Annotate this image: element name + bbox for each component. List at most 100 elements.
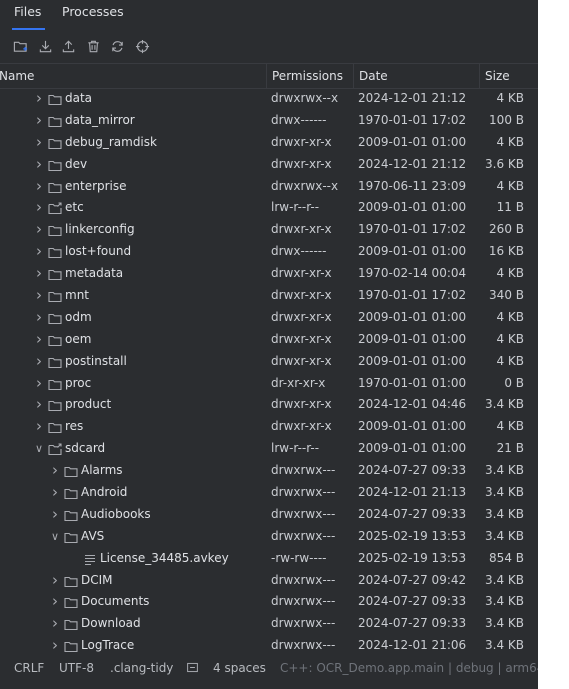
- new-folder-icon: [13, 41, 27, 52]
- delete-icon: [87, 40, 99, 52]
- chevron-right-icon[interactable]: ›: [34, 88, 44, 110]
- file-date: 2009-01-01 01:00: [358, 309, 467, 324]
- chevron-right-icon[interactable]: ›: [50, 591, 60, 613]
- chevron-down-icon[interactable]: ∨: [34, 438, 44, 460]
- table-row[interactable]: › oem drwxr-xr-x 2009-01-01 01:00 4 KB: [0, 329, 538, 351]
- table-row[interactable]: › Audiobooks drwxrwx--- 2024-07-27 09:33 3.4…: [0, 504, 538, 526]
- table-header: Name Permissions Date Size: [0, 63, 538, 89]
- table-row[interactable]: › postinstall drwxr-xr-x 2009-01-01 01:00 4 …: [0, 351, 538, 373]
- chevron-right-icon[interactable]: ›: [34, 263, 44, 285]
- chevron-right-icon[interactable]: ›: [50, 613, 60, 635]
- chevron-right-icon[interactable]: ›: [34, 197, 44, 219]
- tab-processes[interactable]: Processes: [62, 0, 124, 31]
- indent-icon: [186, 661, 199, 675]
- table-row[interactable]: › etc lrw-r--r-- 2009-01-01 01:00 11 B: [0, 197, 538, 219]
- file-name: Download: [81, 616, 141, 631]
- column-header-size[interactable]: Size: [479, 64, 538, 88]
- table-row[interactable]: › lost+found drwx------ 2009-01-01 01:00 16 …: [0, 241, 538, 263]
- chevron-right-icon[interactable]: ›: [50, 460, 60, 482]
- file-size: 854 B: [489, 550, 524, 565]
- chevron-right-icon[interactable]: ›: [34, 416, 44, 438]
- file-date: 2009-01-01 01:00: [358, 353, 467, 368]
- file-date: 1970-02-14 00:04: [358, 266, 467, 281]
- file-name: sdcard: [65, 441, 106, 456]
- column-header-permissions[interactable]: Permissions: [266, 64, 353, 88]
- folder-icon: [64, 467, 78, 478]
- file-size: 11 B: [496, 200, 524, 215]
- table-row[interactable]: › Alarms drwxrwx--- 2024-07-27 09:33 3.4 KB: [0, 460, 538, 482]
- chevron-right-icon[interactable]: ›: [34, 285, 44, 307]
- table-row[interactable]: › data_mirror drwx------ 1970-01-01 17:02 10…: [0, 110, 538, 132]
- table-row[interactable]: › debug_ramdisk drwxr-xr-x 2009-01-01 01:00…: [0, 132, 538, 154]
- table-row[interactable]: › linkerconfig drwxr-xr-x 1970-01-01 17:02 2…: [0, 219, 538, 241]
- chevron-right-icon[interactable]: ›: [34, 154, 44, 176]
- new-folder-button[interactable]: [10, 36, 30, 56]
- delete-button[interactable]: [83, 36, 103, 56]
- file-date: 2024-12-01 21:06: [358, 638, 467, 653]
- table-row[interactable]: ∨ AVS drwxrwx--- 2025-02-19 13:53 3.4 KB: [0, 526, 538, 548]
- table-row[interactable]: › odm drwxr-xr-x 2009-01-01 01:00 4 KB: [0, 307, 538, 329]
- refresh-button[interactable]: [107, 36, 127, 56]
- file-date: 2025-02-19 13:53: [358, 550, 467, 565]
- file-date: 2025-02-19 13:53: [358, 528, 467, 543]
- chevron-right-icon[interactable]: ›: [50, 570, 60, 592]
- line-ending-indicator[interactable]: CRLF: [14, 655, 44, 681]
- chevron-right-icon[interactable]: ›: [34, 307, 44, 329]
- chevron-right-icon[interactable]: ›: [34, 219, 44, 241]
- file-size: 3.4 KB: [485, 485, 524, 500]
- status-bar: CRLF UTF-8 .clang-tidy 4 spaces C++: OCR…: [0, 655, 538, 681]
- table-row[interactable]: › enterprise drwxrwx--x 1970-06-11 23:09 4 K…: [0, 176, 538, 198]
- chevron-right-icon[interactable]: ›: [34, 241, 44, 263]
- download-button[interactable]: [35, 36, 55, 56]
- file-name: enterprise: [65, 178, 127, 193]
- chevron-right-icon[interactable]: ›: [34, 351, 44, 373]
- file-name: Android: [81, 485, 128, 500]
- table-row[interactable]: License_34485.avkey -rw-rw---- 2025-02-19 …: [0, 548, 538, 570]
- file-name: oem: [65, 331, 92, 346]
- table-row[interactable]: › proc dr-xr-xr-x 1970-01-01 01:00 0 B: [0, 373, 538, 395]
- file-size: 4 KB: [496, 309, 524, 324]
- file-name: etc: [65, 200, 84, 215]
- table-row[interactable]: › Documents drwxrwx--- 2024-07-27 09:33 3.4 …: [0, 591, 538, 613]
- file-permissions: drwxrwx---: [271, 594, 336, 609]
- table-row[interactable]: › product drwxr-xr-x 2024-12-01 04:46 3.4 KB: [0, 394, 538, 416]
- table-row[interactable]: ∨ sdcard lrw-r--r-- 2009-01-01 01:00 21 B: [0, 438, 538, 460]
- table-row[interactable]: › DCIM drwxrwx--- 2024-07-27 09:42 3.4 KB: [0, 570, 538, 592]
- file-tree: › data drwxrwx--x 2024-12-01 21:12 4 KB › data…: [0, 88, 538, 657]
- chevron-right-icon[interactable]: ›: [34, 329, 44, 351]
- locate-button[interactable]: [132, 36, 152, 56]
- file-date: 2009-01-01 01:00: [358, 200, 467, 215]
- encoding-indicator[interactable]: UTF-8: [59, 655, 94, 681]
- table-row[interactable]: › mnt drwxr-xr-x 1970-01-01 17:02 340 B: [0, 285, 538, 307]
- chevron-right-icon[interactable]: ›: [34, 176, 44, 198]
- chevron-right-icon[interactable]: ›: [50, 482, 60, 504]
- table-row[interactable]: › res drwxr-xr-x 2009-01-01 01:00 4 KB: [0, 416, 538, 438]
- chevron-right-icon[interactable]: ›: [34, 110, 44, 132]
- table-row[interactable]: › metadata drwxr-xr-x 1970-02-14 00:04 4 KB: [0, 263, 538, 285]
- file-name: metadata: [65, 266, 124, 281]
- file-size: 0 B: [504, 375, 524, 390]
- chevron-right-icon[interactable]: ›: [34, 132, 44, 154]
- chevron-down-icon[interactable]: ∨: [50, 526, 60, 548]
- table-row[interactable]: › LogTrace drwxrwx--- 2024-12-01 21:06 3.4 K…: [0, 635, 538, 657]
- linter-indicator[interactable]: .clang-tidy: [110, 655, 173, 681]
- indent-indicator[interactable]: 4 spaces: [213, 655, 266, 681]
- file-permissions: drwxrwx---: [271, 485, 336, 500]
- folder-icon: [48, 401, 62, 412]
- folder-icon: [48, 182, 62, 193]
- table-row[interactable]: › Download drwxrwx--- 2024-07-27 09:33 3.4 K…: [0, 613, 538, 635]
- chevron-right-icon[interactable]: ›: [50, 504, 60, 526]
- chevron-right-icon[interactable]: ›: [34, 373, 44, 395]
- table-row[interactable]: › Android drwxrwx--- 2024-12-01 21:13 3.4 KB: [0, 482, 538, 504]
- tab-files[interactable]: Files: [11, 0, 46, 31]
- column-header-date[interactable]: Date: [353, 64, 479, 88]
- build-context-indicator[interactable]: C++: OCR_Demo.app.main | debug | arm64-v…: [280, 655, 538, 681]
- file-name: data: [65, 91, 93, 105]
- chevron-right-icon[interactable]: ›: [50, 635, 60, 657]
- table-row[interactable]: › dev drwxr-xr-x 2024-12-01 21:12 3.6 KB: [0, 154, 538, 176]
- table-row[interactable]: › data drwxrwx--x 2024-12-01 21:12 4 KB: [0, 88, 538, 110]
- chevron-right-icon[interactable]: ›: [34, 394, 44, 416]
- column-header-name[interactable]: Name: [0, 64, 266, 88]
- toolbar: [0, 33, 538, 61]
- upload-button[interactable]: [58, 36, 78, 56]
